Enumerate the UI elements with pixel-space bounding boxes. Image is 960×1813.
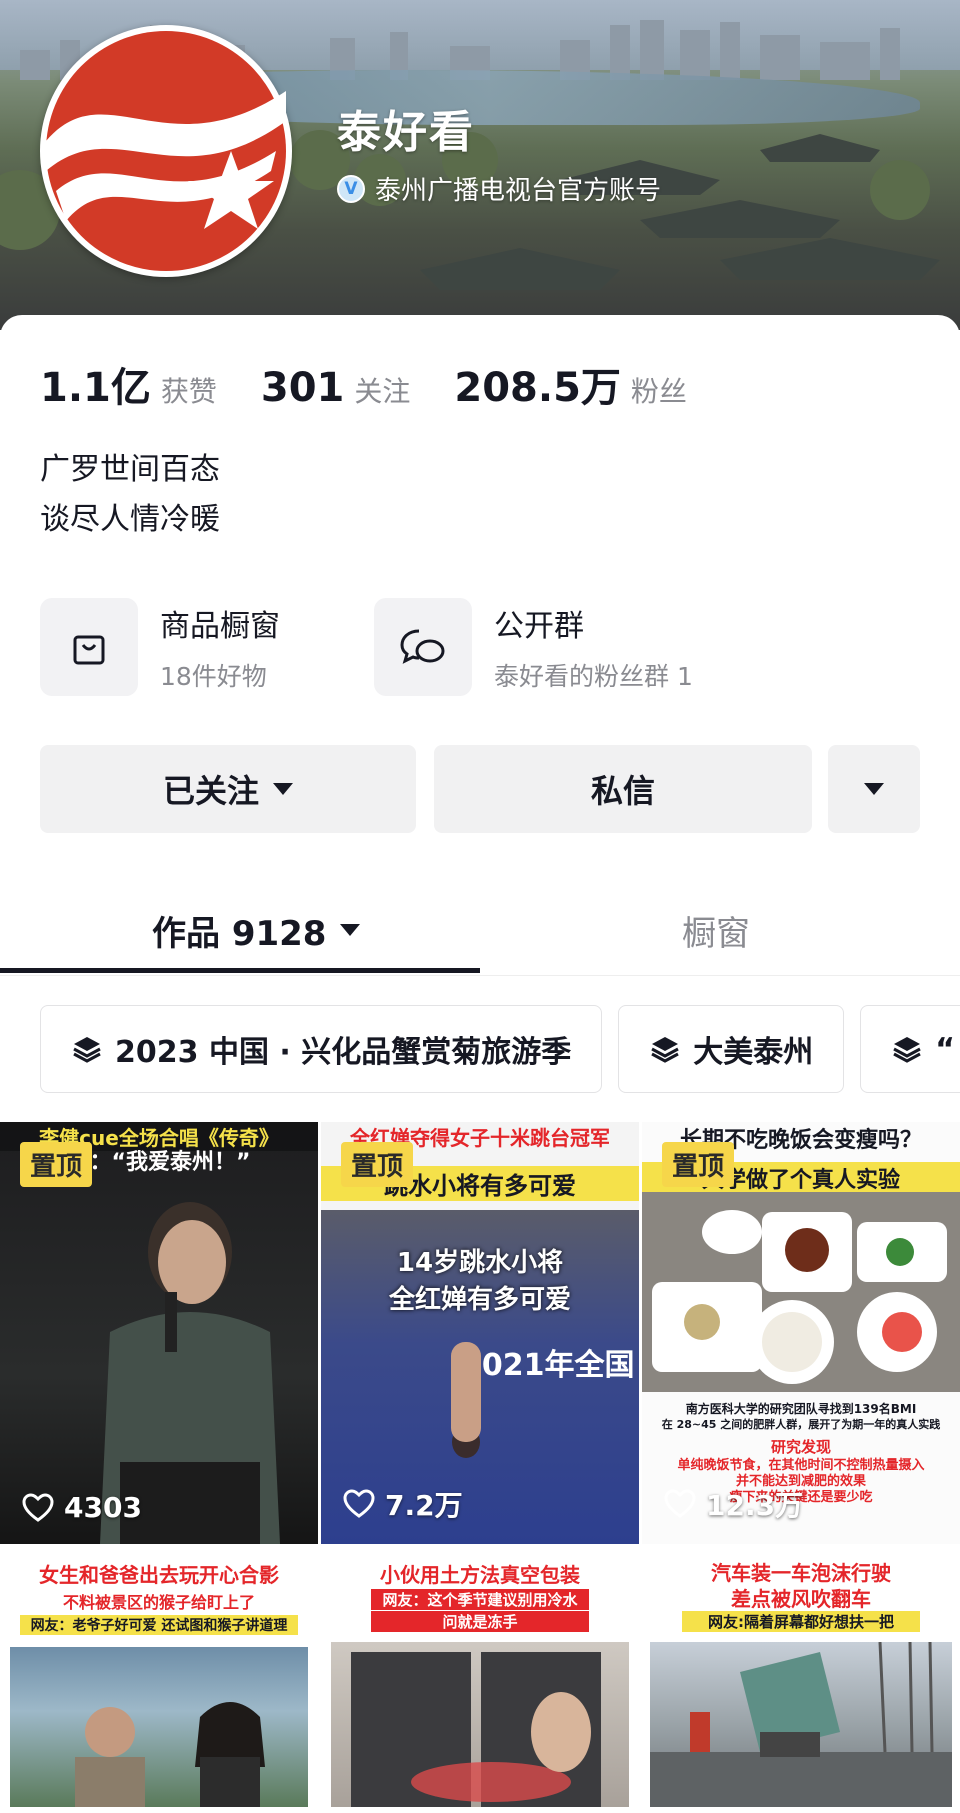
stat-label: 粉丝	[630, 375, 687, 408]
profile-header: 泰好看 V 泰州广播电视台官方账号	[0, 0, 960, 330]
followed-button[interactable]: 已关注	[40, 745, 416, 833]
study-note: 在 28~45 之间的肥胖人群，展开了为期一年的真人实践	[661, 1418, 941, 1431]
video-thumbnail[interactable]: 李健cue全场合唱《传奇》 白：“我爱泰州！” 置顶 4303	[0, 1122, 318, 1544]
bio-line: 谈尽人情冷暖	[40, 502, 220, 537]
overlay-line: 14岁跳水小将	[396, 1248, 564, 1278]
collection-chip[interactable]: 大美泰州	[618, 1005, 845, 1093]
shopping-bag-icon	[40, 598, 138, 696]
bio-line: 广罗世间百态	[40, 452, 220, 487]
chip-label: 大美泰州	[693, 1035, 814, 1070]
study-note: 南方医科大学的研究团队寻找到139名BMI	[685, 1402, 917, 1416]
stat-likes[interactable]: 1.1亿 获赞	[40, 355, 217, 413]
chip-label: “	[935, 1031, 955, 1067]
collection-chips: 2023 中国 · 兴化品蟹赏菊旅游季 大美泰州 “	[40, 1005, 960, 1093]
truck-on-road	[650, 1642, 952, 1807]
caret-down-icon	[864, 783, 884, 795]
tab-shop-label: 橱窗	[682, 913, 750, 954]
verified-text: 泰州广播电视台官方账号	[375, 176, 662, 206]
profile-card: 1.1亿 获赞 301 关注 208.5万 粉丝 广罗世间百态 谈尽人情冷暖 商…	[0, 315, 960, 1813]
heart-icon	[664, 1489, 696, 1518]
feature-title: 公开群	[494, 609, 584, 644]
heart-icon	[343, 1489, 375, 1518]
singer-figure	[100, 1202, 280, 1544]
bio: 广罗世间百态 谈尽人情冷暖	[40, 445, 220, 545]
avatar[interactable]	[40, 25, 292, 277]
stat-following[interactable]: 301 关注	[261, 365, 411, 411]
chat-bubbles-icon	[374, 598, 472, 696]
message-button[interactable]: 私信	[434, 745, 812, 833]
video-caption: 小伙用土方法真空包装	[380, 1563, 580, 1587]
tab-works[interactable]: 作品 9128	[152, 885, 361, 975]
video-caption-sub: 不料被景区的猴子给盯上了	[62, 1593, 255, 1612]
stats-row: 1.1亿 获赞 301 关注 208.5万 粉丝	[40, 355, 731, 413]
profile-name: 泰好看	[337, 107, 475, 158]
video-thumbnail[interactable]: 汽车装一车泡沫行驶 差点被风吹翻车 网友:隔着屏幕都好想扶一把	[642, 1547, 960, 1807]
video-thumbnail[interactable]: 长期不吃晚饭会变瘦吗？ 大学做了个真人实验 南方医科大学的研究团队寻找到139名…	[642, 1122, 960, 1544]
heart-icon	[22, 1492, 54, 1522]
video-caption-sub: 网友：这个季节建议别用冷水	[371, 1589, 589, 1610]
layers-icon	[73, 1037, 101, 1063]
video-caption: 汽车装一车泡沫行驶	[711, 1561, 891, 1585]
caret-down-icon	[340, 924, 361, 936]
feature-subtitle: 泰好看的粉丝群 1	[494, 662, 693, 691]
shop-window-entry[interactable]: 商品橱窗 18件好物	[40, 598, 280, 696]
likes-count: 12.3万	[706, 1489, 804, 1522]
message-label: 私信	[590, 772, 655, 810]
stat-label: 获赞	[160, 375, 217, 408]
layers-icon	[651, 1037, 679, 1063]
video-likes: 12.3万	[664, 1484, 803, 1524]
collection-chip[interactable]: “	[860, 1005, 960, 1093]
father-daughter-figures	[75, 1702, 265, 1807]
collection-chip[interactable]: 2023 中国 · 兴化品蟹赏菊旅游季	[40, 1005, 603, 1093]
stat-value: 208.5万	[454, 365, 621, 411]
channel-logo-icon	[46, 31, 286, 271]
active-tab-indicator	[0, 968, 480, 973]
video-caption: 女生和爸爸出去玩开心合影	[39, 1563, 279, 1587]
pinned-badge: 置顶	[341, 1142, 414, 1187]
vacuum-bag-scene	[351, 1652, 601, 1807]
video-overlay-text: 14岁跳水小将 全红婵有多可爱	[321, 1242, 639, 1316]
tab-works-label: 作品 9128	[152, 913, 327, 954]
feature-subtitle: 18件好物	[160, 662, 267, 691]
tab-shop[interactable]: 橱窗	[682, 885, 750, 975]
layers-icon	[893, 1037, 921, 1063]
stat-value: 301	[260, 365, 345, 411]
overlay-line: 全红婵有多可爱	[388, 1285, 571, 1315]
verified-line: V 泰州广播电视台官方账号	[337, 170, 661, 207]
video-likes: 7.2万	[343, 1484, 463, 1524]
stat-followers[interactable]: 208.5万 粉丝	[454, 355, 687, 413]
video-thumbnail[interactable]: 小伙用土方法真空包装 网友：这个季节建议别用冷水 问就是冻手	[321, 1547, 639, 1807]
public-group-entry[interactable]: 公开群 泰好看的粉丝群 1	[374, 598, 693, 696]
pinned-badge: 置顶	[662, 1142, 735, 1187]
tab-bar: 作品 9128 橱窗	[0, 885, 960, 976]
verified-badge-icon: V	[337, 174, 365, 203]
meal-plates	[652, 1210, 947, 1384]
followed-label: 已关注	[162, 772, 259, 810]
caret-down-icon	[273, 783, 293, 795]
stat-value: 1.1亿	[40, 365, 151, 411]
pinned-badge: 置顶	[20, 1142, 93, 1187]
likes-count: 7.2万	[385, 1489, 463, 1522]
likes-count: 4303	[64, 1491, 142, 1524]
video-caption-note: 网友：老爷子好可爱 还试图和猴子讲道理	[20, 1615, 298, 1635]
video-caption-sub: 差点被风吹翻车	[731, 1587, 871, 1611]
video-thumbnail[interactable]: 全红婵夺得女子十米跳台冠军 跳水小将有多可爱 14岁跳水小将 全红婵有多可爱 2…	[321, 1122, 639, 1544]
video-likes: 4303	[22, 1491, 142, 1524]
feature-title: 商品橱窗	[160, 609, 280, 644]
video-thumbnail[interactable]: 女生和爸爸出去玩开心合影 不料被景区的猴子给盯上了 网友：老爷子好可爱 还试图和…	[0, 1547, 318, 1807]
stat-label: 关注	[354, 375, 411, 408]
video-caption-sub: 问就是冻手	[371, 1611, 589, 1632]
more-button[interactable]	[828, 745, 920, 833]
chip-label: 2023 中国 · 兴化品蟹赏菊旅游季	[115, 1035, 572, 1070]
video-caption-note: 网友:隔着屏幕都好想扶一把	[682, 1611, 920, 1632]
diver-figure	[451, 1342, 481, 1458]
